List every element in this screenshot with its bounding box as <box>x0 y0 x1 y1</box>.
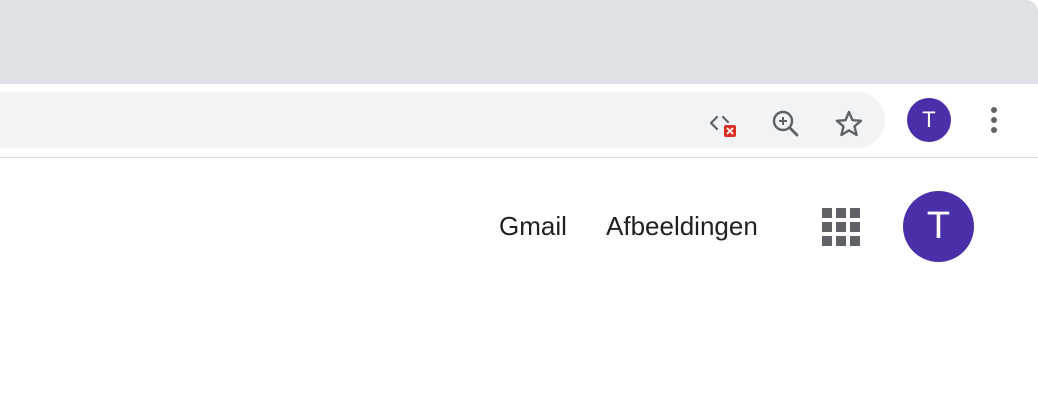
more-vert-icon[interactable] <box>980 102 1008 138</box>
code-blocked-icon[interactable] <box>706 108 738 140</box>
apps-grid-icon[interactable] <box>816 202 866 252</box>
gmail-link[interactable]: Gmail <box>499 210 567 242</box>
account-avatar-initial: T <box>926 205 951 247</box>
account-avatar[interactable]: T <box>903 191 974 262</box>
bookmark-star-icon[interactable] <box>833 108 865 140</box>
page-content: Gmail Afbeeldingen T <box>0 158 1038 410</box>
zoom-icon[interactable] <box>769 108 801 140</box>
toolbar-profile-avatar[interactable]: T <box>907 98 951 142</box>
tab-strip <box>0 0 1038 84</box>
browser-toolbar <box>0 84 1038 159</box>
browser-window: T Gmail Afbeeldingen T <box>0 0 1038 410</box>
images-link[interactable]: Afbeeldingen <box>606 210 758 242</box>
address-bar[interactable] <box>0 92 885 148</box>
toolbar-profile-initial: T <box>922 107 936 132</box>
